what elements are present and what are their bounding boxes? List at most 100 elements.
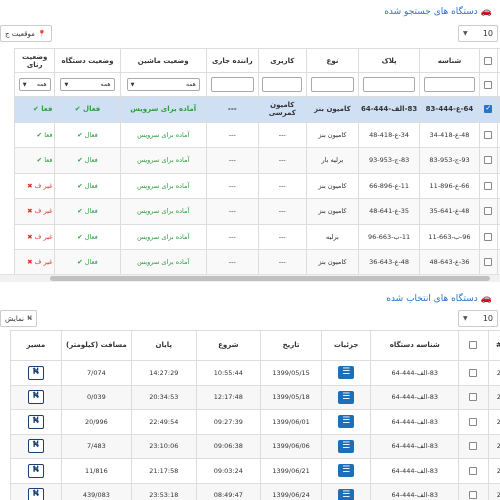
- cell-number: 2: [487, 360, 500, 386]
- road-icon[interactable]: ⛕: [27, 463, 44, 478]
- cell-machine-status: آماده برای سرویس: [119, 172, 207, 199]
- col-header-id[interactable]: شناسه: [419, 48, 480, 73]
- row-checkbox[interactable]: [484, 156, 493, 165]
- filter-device-select[interactable]: همه ▼: [60, 78, 115, 91]
- filter-last-select[interactable]: همه ▼: [18, 78, 51, 91]
- cell-usage: ---: [257, 249, 307, 276]
- road-icon[interactable]: ⛕: [27, 365, 44, 380]
- row-checkbox[interactable]: [469, 442, 478, 451]
- location-button[interactable]: موقعیت ج 📍: [0, 25, 52, 42]
- details-list-icon[interactable]: ☰: [338, 390, 355, 404]
- details-list-icon[interactable]: ☰: [338, 415, 355, 429]
- filter-checkbox[interactable]: [484, 80, 493, 89]
- row-checkbox[interactable]: [484, 258, 493, 267]
- table-header-row: # شناسه پلاک نوع کاربری راننده جاری وضعی…: [13, 48, 500, 73]
- sel-col-header-end[interactable]: پایان: [131, 330, 197, 361]
- selected-page-size-select[interactable]: ▼ 10: [458, 310, 498, 327]
- filter-cell-driver: [205, 72, 259, 97]
- filter-cell-plate: [358, 72, 421, 97]
- col-header-plate[interactable]: پلاک: [358, 48, 421, 73]
- row-checkbox[interactable]: [469, 368, 478, 377]
- check-icon: ✔: [36, 130, 43, 139]
- road-icon[interactable]: ⛕: [27, 488, 44, 500]
- table-row[interactable]: 266-ع-896-1111-ع-896-66کامیون بنز------آ…: [13, 172, 500, 199]
- table-row[interactable]: 2 83-الف-444-64 ☰ 1399/06/2109:03:2421:17:5…: [10, 458, 500, 484]
- col-header-device-status[interactable]: وضعیت دستگاه: [54, 48, 121, 73]
- check-icon: ✔: [77, 232, 83, 241]
- scrollbar-thumb[interactable]: [50, 276, 490, 281]
- col-header-type[interactable]: نوع: [305, 48, 360, 73]
- cell-date: 1399/05/15: [260, 360, 323, 386]
- col-header-machine-status[interactable]: وضعیت ماشین: [119, 48, 207, 73]
- cell-select: [458, 360, 489, 386]
- road-icon[interactable]: ⛕: [27, 390, 44, 405]
- table-row[interactable]: 248-ع-641-3535-ع-641-48کامیون بنز------آ…: [13, 198, 500, 225]
- show-button[interactable]: نمایش ⛕: [0, 310, 38, 327]
- row-checkbox[interactable]: [484, 130, 493, 139]
- cell-device-status: فعال ✔: [54, 198, 121, 225]
- row-checkbox[interactable]: [469, 393, 478, 402]
- details-list-icon[interactable]: ☰: [338, 366, 355, 380]
- filter-last-value: همه: [36, 81, 47, 88]
- cell-date: 1399/06/01: [260, 409, 323, 435]
- details-list-icon[interactable]: ☰: [338, 464, 355, 478]
- cell-device-id: 83-الف-444-64: [370, 458, 460, 484]
- details-list-icon[interactable]: ☰: [338, 439, 355, 453]
- search-toolbar: موقعیت ج 📍 ▼ 10: [0, 25, 500, 43]
- table-row[interactable]: 236-ع-643-4848-ع-643-36کامیون بنز------آ…: [13, 249, 500, 276]
- sel-col-header-device-id[interactable]: شناسه دستگاه: [370, 330, 460, 361]
- cell-details: ☰: [321, 409, 372, 435]
- cell-last-status: غیر ف ✖: [13, 249, 56, 276]
- table-row[interactable]: 293-ج-953-8383-ج-953-93برلیه بار------آم…: [13, 147, 500, 174]
- filter-plate-input[interactable]: [363, 77, 415, 92]
- table-row[interactable]: 164-ع-444-8383-الف-444-64کامیون بنزکامیو…: [13, 96, 500, 123]
- device-status-text: فعال: [84, 156, 98, 165]
- row-checkbox[interactable]: [469, 417, 478, 426]
- filter-device-value: همه: [100, 81, 111, 88]
- cell-plate: 34-ع-418-48: [358, 121, 421, 148]
- filter-cell-type: [305, 72, 360, 97]
- col-header-usage[interactable]: کاربری: [257, 48, 307, 73]
- filter-type-input[interactable]: [310, 77, 355, 92]
- col-header-last-status[interactable]: وضعیت رنای: [13, 48, 56, 73]
- cell-type: کامیون بنز: [305, 172, 360, 199]
- sel-col-header-distance[interactable]: مسافت (کیلومتر): [60, 330, 133, 361]
- table-row[interactable]: 2 83-الف-444-64 ☰ 1399/06/0609:06:3823:10:0…: [10, 433, 500, 459]
- selected-toolbar: نمایش ⛕ ▼ 10: [0, 310, 500, 328]
- row-checkbox[interactable]: [484, 207, 493, 216]
- table-row[interactable]: 2 83-الف-444-64 ☰ 1399/05/1510:55:4414:27:2…: [10, 360, 500, 386]
- road-icon[interactable]: ⛕: [27, 439, 44, 454]
- row-checkbox[interactable]: [484, 181, 493, 190]
- selected-panel-title: دستگاه های انتخاب شده 🚗: [386, 294, 492, 304]
- row-checkbox[interactable]: [469, 466, 478, 475]
- row-checkbox[interactable]: [484, 232, 493, 241]
- table-row[interactable]: 296-ب-663-1111-ب-663-96برلیه------آماده …: [13, 223, 500, 250]
- sel-select-all-checkbox[interactable]: [469, 341, 478, 349]
- filter-driver-input[interactable]: [210, 77, 254, 92]
- row-checkbox[interactable]: [469, 491, 478, 500]
- table-row[interactable]: 2 83-الف-444-64 ☰ 1399/06/2408:49:4723:53:1…: [10, 482, 500, 500]
- sel-col-header-details: جزئیات: [321, 330, 372, 361]
- table-row[interactable]: 2 83-الف-444-64 ☰ 1399/06/0109:27:3922:49:5…: [10, 409, 500, 435]
- horizontal-scrollbar[interactable]: [0, 274, 500, 282]
- cell-number: 2: [487, 482, 500, 500]
- cell-end: 22:49:54: [131, 409, 197, 435]
- sel-col-header-date[interactable]: تاریخ: [260, 330, 323, 361]
- table-row[interactable]: 248-ع-418-3434-ع-418-48کامیون بنز------آ…: [13, 121, 500, 148]
- filter-id-input[interactable]: [424, 77, 475, 92]
- select-all-checkbox[interactable]: [484, 56, 493, 65]
- road-icon[interactable]: ⛕: [27, 414, 44, 429]
- cell-details: ☰: [321, 384, 372, 410]
- col-header-driver[interactable]: راننده جاری: [205, 48, 259, 73]
- search-panel-title-text: دستگاه های جستجو شده: [384, 7, 478, 17]
- filter-usage-input[interactable]: [262, 77, 303, 92]
- cell-plate: 11-ع-896-66: [358, 172, 421, 199]
- filter-machine-select[interactable]: همه ▼: [126, 78, 200, 91]
- page-size-select[interactable]: ▼ 10: [458, 25, 498, 42]
- cell-distance: 11/816: [60, 458, 133, 484]
- cell-usage: ---: [257, 172, 307, 199]
- row-checkbox[interactable]: [484, 104, 493, 114]
- details-list-icon[interactable]: ☰: [338, 488, 355, 500]
- table-row[interactable]: 2 83-الف-444-64 ☰ 1399/05/1812:17:4820:34:5…: [10, 384, 500, 410]
- sel-col-header-start[interactable]: شروع: [195, 330, 262, 361]
